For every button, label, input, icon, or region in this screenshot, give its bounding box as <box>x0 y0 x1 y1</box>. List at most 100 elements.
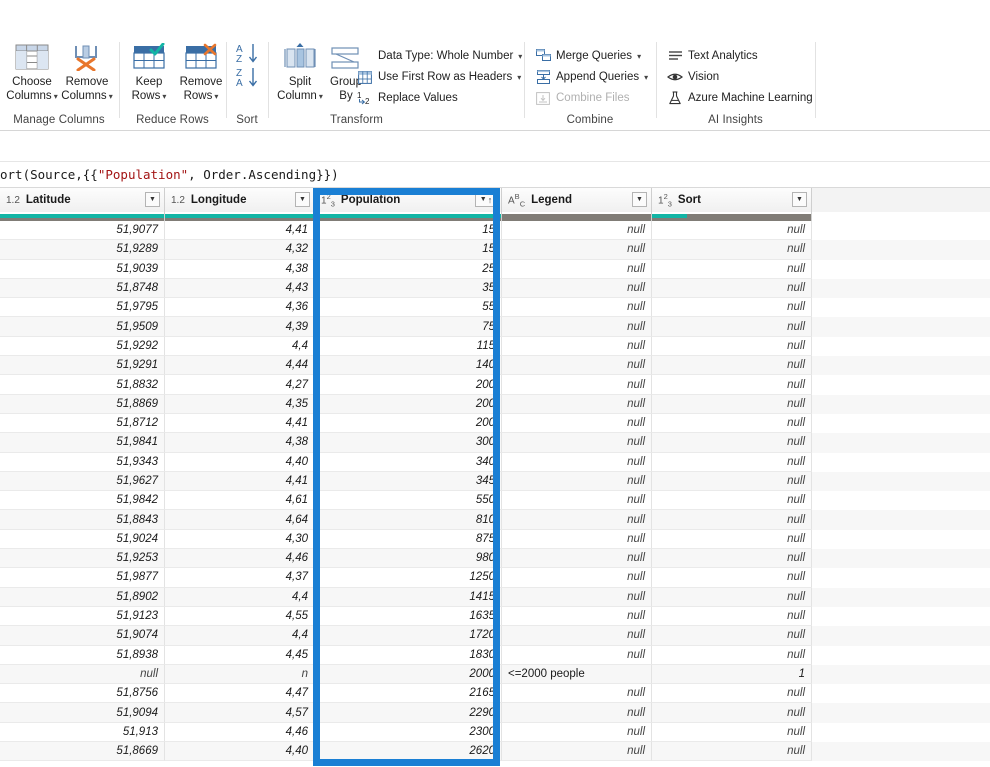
azure-machine-learning-button[interactable]: Azure Machine Learning <box>667 90 813 106</box>
cell-population[interactable]: 1415 <box>315 587 502 607</box>
cell-latitude[interactable]: 51,9291 <box>0 356 165 376</box>
cell-latitude[interactable]: 51,8843 <box>0 510 165 530</box>
sort-ascending-button[interactable]: A Z <box>235 42 261 69</box>
cell-longitude[interactable]: 4,41 <box>165 413 315 434</box>
combine-files-button[interactable]: Combine Files <box>535 90 630 106</box>
chevron-down-icon[interactable]: ▾ <box>644 73 648 82</box>
column-header-population[interactable]: 123 Population ▼ ↑ <box>315 188 502 212</box>
chevron-down-icon[interactable]: ▼ <box>149 196 156 203</box>
table-row[interactable]: 51,9253 4,46 980 null null <box>0 549 990 569</box>
filter-dropdown-population[interactable]: ▼ ↑ <box>475 192 497 207</box>
cell-legend[interactable]: null <box>502 626 652 646</box>
cell-latitude[interactable]: 51,8748 <box>0 278 165 299</box>
cell-population[interactable]: 140 <box>315 356 502 376</box>
column-header-legend[interactable]: ABC Legend ▼ <box>502 188 652 212</box>
filter-dropdown-latitude[interactable]: ▼ <box>145 192 160 207</box>
cell-sort[interactable]: null <box>652 452 812 472</box>
cell-sort[interactable]: null <box>652 626 812 646</box>
table-row[interactable]: 51,9074 4,4 1720 null null <box>0 626 990 646</box>
cell-population[interactable]: 980 <box>315 549 502 569</box>
table-row[interactable]: 51,9841 4,38 300 null null <box>0 433 990 453</box>
cell-population[interactable]: 875 <box>315 529 502 550</box>
choose-columns-button[interactable]: Choose Columns ▾ <box>6 40 58 103</box>
cell-legend[interactable]: null <box>502 491 652 511</box>
cell-sort[interactable]: null <box>652 510 812 530</box>
cell-sort[interactable]: 1 <box>652 664 812 685</box>
cell-sort[interactable]: null <box>652 240 812 260</box>
table-row[interactable]: 51,9024 4,30 875 null null <box>0 529 990 550</box>
cell-legend[interactable]: null <box>502 394 652 414</box>
cell-longitude[interactable]: 4,44 <box>165 356 315 376</box>
cell-longitude[interactable]: 4,39 <box>165 317 315 337</box>
cell-latitude[interactable]: 51,9094 <box>0 703 165 723</box>
cell-latitude[interactable]: 51,913 <box>0 722 165 743</box>
cell-latitude[interactable]: 51,9795 <box>0 298 165 318</box>
cell-longitude[interactable]: 4,46 <box>165 722 315 743</box>
formula-bar[interactable]: ort(Source,{{"Population", Order.Ascendi… <box>0 162 990 188</box>
cell-latitude[interactable]: 51,8669 <box>0 742 165 762</box>
append-queries-button[interactable]: Append Queries ▾ <box>535 69 648 85</box>
cell-population[interactable]: 35 <box>315 278 502 299</box>
cell-population[interactable]: 200 <box>315 375 502 395</box>
chevron-down-icon[interactable]: ▼ <box>480 196 487 203</box>
table-row[interactable]: 51,8843 4,64 810 null null <box>0 510 990 530</box>
cell-longitude[interactable]: n <box>165 664 315 685</box>
cell-population[interactable]: 550 <box>315 491 502 511</box>
cell-sort[interactable]: null <box>652 413 812 434</box>
cell-legend[interactable]: null <box>502 645 652 665</box>
table-row[interactable]: 51,9123 4,55 1635 null null <box>0 606 990 627</box>
cell-latitude[interactable]: 51,8902 <box>0 587 165 607</box>
cell-sort[interactable]: null <box>652 221 812 241</box>
cell-sort[interactable]: null <box>652 317 812 337</box>
chevron-down-icon[interactable]: ▾ <box>54 92 58 101</box>
cell-sort[interactable]: null <box>652 568 812 588</box>
chevron-down-icon[interactable]: ▾ <box>319 92 323 101</box>
table-row[interactable]: 51,8756 4,47 2165 null null <box>0 684 990 704</box>
cell-latitude[interactable]: 51,9343 <box>0 452 165 472</box>
cell-legend[interactable]: null <box>502 722 652 743</box>
cell-latitude[interactable]: 51,8938 <box>0 645 165 665</box>
cell-longitude[interactable]: 4,4 <box>165 626 315 646</box>
cell-legend[interactable]: null <box>502 684 652 704</box>
cell-legend[interactable]: null <box>502 606 652 627</box>
cell-longitude[interactable]: 4,30 <box>165 529 315 550</box>
cell-longitude[interactable]: 4,43 <box>165 278 315 299</box>
cell-legend[interactable]: null <box>502 298 652 318</box>
cell-legend[interactable]: null <box>502 471 652 492</box>
cell-legend[interactable]: null <box>502 529 652 550</box>
cell-longitude[interactable]: 4,38 <box>165 259 315 279</box>
cell-longitude[interactable]: 4,41 <box>165 221 315 241</box>
sort-descending-button[interactable]: Z A <box>235 66 261 93</box>
cell-longitude[interactable]: 4,4 <box>165 587 315 607</box>
cell-legend[interactable]: null <box>502 221 652 241</box>
table-row[interactable]: null n 2000 <=2000 people 1 <box>0 664 990 685</box>
cell-longitude[interactable]: 4,27 <box>165 375 315 395</box>
cell-longitude[interactable]: 4,38 <box>165 433 315 453</box>
cell-population[interactable]: 300 <box>315 433 502 453</box>
cell-sort[interactable]: null <box>652 722 812 743</box>
cell-longitude[interactable]: 4,57 <box>165 703 315 723</box>
cell-latitude[interactable]: 51,9627 <box>0 471 165 492</box>
table-row[interactable]: 51,9077 4,41 15 null null <box>0 221 990 241</box>
replace-values-button[interactable]: 1 2 Replace Values <box>357 90 458 106</box>
cell-population[interactable]: 2165 <box>315 684 502 704</box>
split-column-button[interactable]: Split Column ▾ <box>275 40 325 103</box>
cell-sort[interactable]: null <box>652 606 812 627</box>
cell-sort[interactable]: null <box>652 742 812 762</box>
cell-longitude[interactable]: 4,46 <box>165 549 315 569</box>
cell-sort[interactable]: null <box>652 394 812 414</box>
table-row[interactable]: 51,8748 4,43 35 null null <box>0 278 990 299</box>
cell-sort[interactable]: null <box>652 549 812 569</box>
cell-sort[interactable]: null <box>652 336 812 357</box>
chevron-down-icon[interactable]: ▾ <box>214 92 218 101</box>
table-row[interactable]: 51,9509 4,39 75 null null <box>0 317 990 337</box>
cell-legend[interactable]: null <box>502 356 652 376</box>
remove-rows-button[interactable]: Remove Rows ▾ <box>174 40 228 103</box>
chevron-down-icon[interactable]: ▾ <box>162 92 166 101</box>
cell-population[interactable]: 1720 <box>315 626 502 646</box>
filter-dropdown-longitude[interactable]: ▼ <box>295 192 310 207</box>
cell-legend[interactable]: <=2000 people <box>502 664 652 685</box>
cell-latitude[interactable]: 51,9842 <box>0 491 165 511</box>
cell-legend[interactable]: null <box>502 259 652 279</box>
cell-latitude[interactable]: 51,9253 <box>0 549 165 569</box>
